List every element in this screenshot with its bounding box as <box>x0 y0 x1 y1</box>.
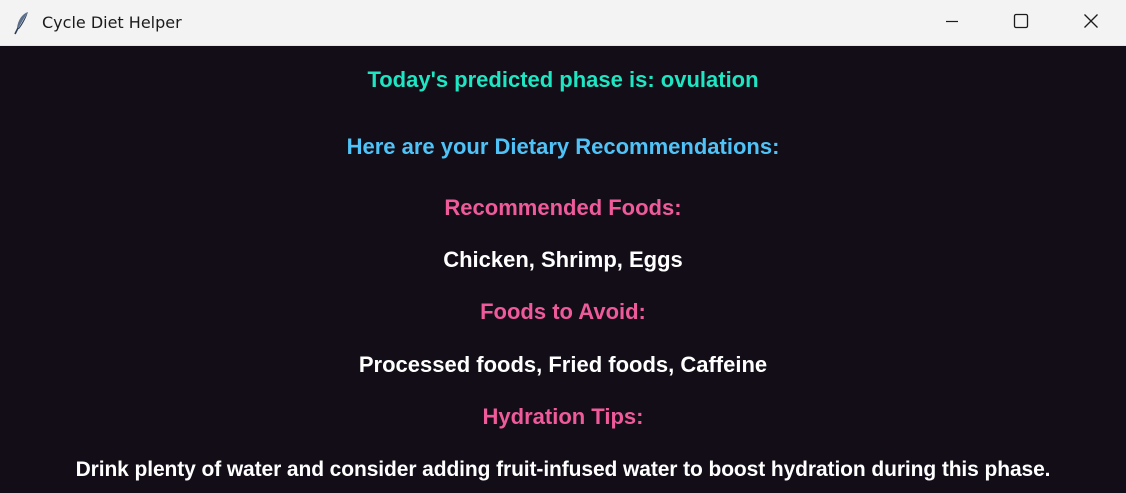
foods-to-avoid-heading: Foods to Avoid: <box>480 299 646 324</box>
recommended-foods-list: Chicken, Shrimp, Eggs <box>443 247 683 272</box>
minimize-icon <box>945 14 959 33</box>
minimize-button[interactable] <box>929 0 975 46</box>
close-icon <box>1083 13 1099 34</box>
foods-to-avoid-list: Processed foods, Fried foods, Caffeine <box>358 352 768 377</box>
phase-label: Today's predicted phase is: ovulation <box>367 67 759 92</box>
window-title: Cycle Diet Helper <box>42 13 182 32</box>
feather-icon <box>13 11 33 35</box>
recommended-foods-heading: Recommended Foods: <box>444 195 682 220</box>
recommendations-panel: Today's predicted phase is: ovulation He… <box>0 47 1126 493</box>
maximize-button[interactable] <box>998 0 1044 46</box>
hydration-tips-heading: Hydration Tips: <box>482 404 644 429</box>
app-window: Cycle Diet Helper Today's predicted phas… <box>0 0 1126 493</box>
close-button[interactable] <box>1068 0 1114 46</box>
title-bar[interactable]: Cycle Diet Helper <box>0 0 1126 46</box>
recommendations-intro: Here are your Dietary Recommendations: <box>346 134 780 159</box>
maximize-icon <box>1013 13 1029 34</box>
hydration-tip-text: Drink plenty of water and consider addin… <box>75 458 1051 481</box>
